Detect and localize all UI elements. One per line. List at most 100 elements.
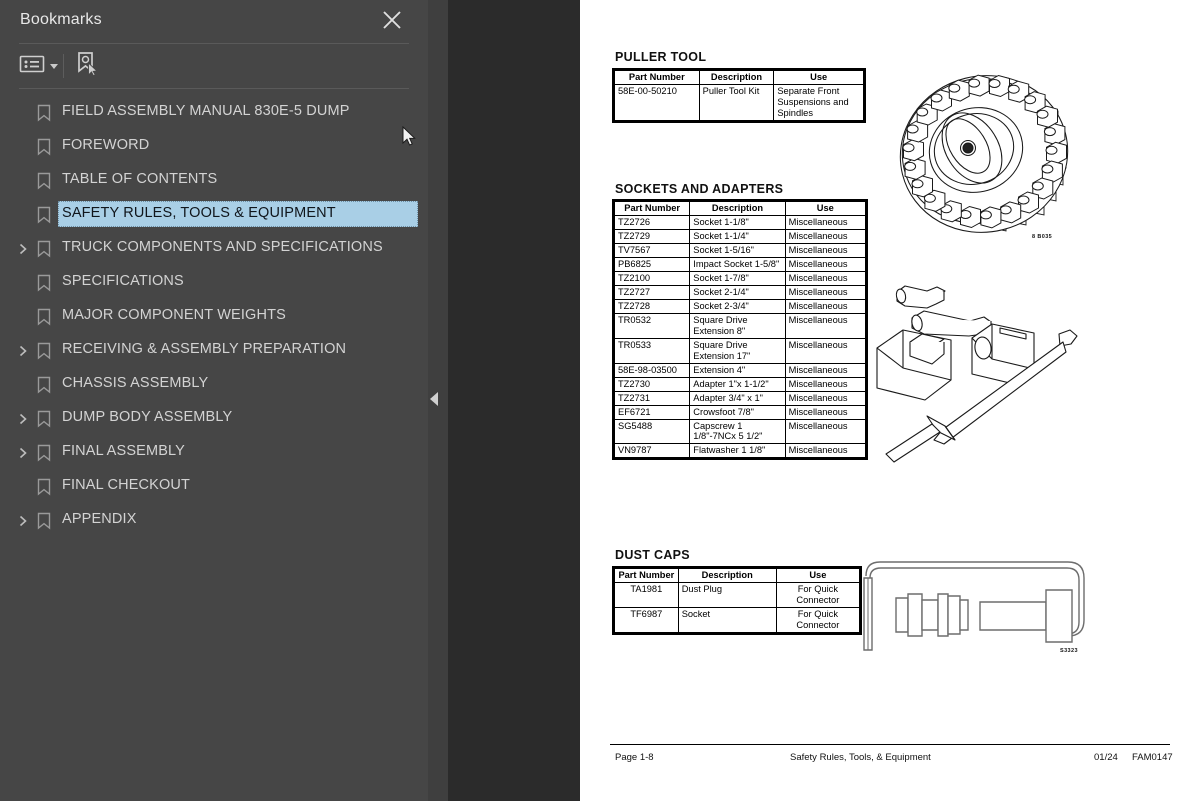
table-cell: Miscellaneous <box>784 376 867 392</box>
table-cell: TZ2726 <box>613 214 691 230</box>
table-row: SG5488 Capscrew 1 1/8"-7NCx 5 1/2" Miscell… <box>613 418 867 445</box>
sidebar-item-specifications[interactable]: SPECIFICATIONS <box>0 266 428 300</box>
bookmark-icon <box>36 308 52 326</box>
section-heading-puller-tool: PULLER TOOL <box>615 50 707 64</box>
table-cell: Miscellaneous <box>784 284 867 300</box>
table-cell: Miscellaneous <box>784 228 867 244</box>
table-cell: Socket 2-3/4" <box>689 298 786 314</box>
column-header: Part Number <box>614 568 679 583</box>
chevron-down-icon <box>50 63 58 69</box>
bookmark-icon <box>36 240 52 258</box>
bookmark-icon <box>36 410 52 428</box>
column-header: Part Number <box>614 70 700 85</box>
table-cell: Miscellaneous <box>784 390 867 406</box>
table-row: TZ2730 Adapter 1"x 1-1/2" Miscellaneous <box>613 376 867 392</box>
sidebar-item-label: TABLE OF CONTENTS <box>62 171 218 187</box>
sidebar-item-foreword[interactable]: FOREWORD <box>0 130 428 164</box>
sidebar-item-chassis-assembly[interactable]: CHASSIS ASSEMBLY <box>0 368 428 402</box>
sidebar-item-truck-components-and-specifications[interactable]: TRUCK COMPONENTS AND SPECIFICATIONS <box>0 232 428 266</box>
table-cell: For Quick Connector <box>775 606 861 633</box>
sidebar-item-label: TRUCK COMPONENTS AND SPECIFICATIONS <box>62 239 383 255</box>
table-cell: Socket 1-5/16" <box>689 242 786 258</box>
chevron-right-icon[interactable] <box>16 242 30 256</box>
table-cell: Square Drive Extension 17" <box>689 337 786 364</box>
table-cell: Miscellaneous <box>784 270 867 286</box>
close-icon[interactable] <box>380 8 404 32</box>
footer-date: 01/24 <box>1094 752 1118 763</box>
table-cell: TF6987 <box>614 606 679 633</box>
sidebar-item-dump-body-assembly[interactable]: DUMP BODY ASSEMBLY <box>0 402 428 436</box>
sidebar-item-appendix[interactable]: APPENDIX <box>0 504 428 538</box>
table-cell: Miscellaneous <box>784 418 867 445</box>
bookmark-icon <box>36 138 52 156</box>
bookmark-icon <box>36 444 52 462</box>
table-cell: TZ2728 <box>613 298 691 314</box>
table-cell: For Quick Connector <box>775 581 861 608</box>
sidebar-item-label: SPECIFICATIONS <box>62 273 184 289</box>
table-cell: VN9787 <box>613 443 691 459</box>
table-row: TZ2100 Socket 1-7/8" Miscellaneous <box>613 270 867 286</box>
illustration-sockets-adapters <box>870 276 1090 476</box>
table-cell: Square Drive Extension 8" <box>689 312 786 339</box>
table-cell: TA1981 <box>614 581 679 608</box>
column-header: Use <box>773 70 864 85</box>
illustration-puller-tool-kit <box>880 58 1100 243</box>
sidebar-item-final-assembly[interactable]: FINAL ASSEMBLY <box>0 436 428 470</box>
bookmark-options-button[interactable] <box>19 53 58 79</box>
table-cell: Dust Plug <box>677 581 777 608</box>
document-viewer[interactable]: PULLER TOOL Part Number Description Use 58E… <box>448 0 1200 801</box>
table-cell: Flatwasher 1 1/8" <box>689 443 786 459</box>
table-cell: Socket 1-1/4" <box>689 228 786 244</box>
table-cell: Miscellaneous <box>784 312 867 339</box>
table-cell: 58E-98-03500 <box>613 362 691 378</box>
find-bookmark-button[interactable] <box>75 51 99 79</box>
table-row: TV7567 Socket 1-5/16" Miscellaneous <box>613 242 867 258</box>
bookmarks-panel-header: Bookmarks <box>0 0 428 45</box>
sidebar-item-label: SAFETY RULES, TOOLS & EQUIPMENT <box>62 205 336 221</box>
table-cell: TZ2731 <box>613 390 691 406</box>
table-cell: PB6825 <box>613 256 691 272</box>
table-dust-caps: Part Number Description Use TA1981 Dust Plug… <box>612 566 862 635</box>
collapse-panel-arrow-icon[interactable] <box>430 392 438 406</box>
table-cell: Miscellaneous <box>784 242 867 258</box>
list-options-icon <box>19 54 45 79</box>
sidebar-item-field-assembly-manual-830e-5-dump[interactable]: FIELD ASSEMBLY MANUAL 830E-5 DUMP <box>0 96 428 130</box>
table-cell: Socket <box>677 606 777 633</box>
page-content: PULLER TOOL Part Number Description Use 58E… <box>580 0 1200 801</box>
sidebar-item-major-component-weights[interactable]: MAJOR COMPONENT WEIGHTS <box>0 300 428 334</box>
bookmark-tree[interactable]: FIELD ASSEMBLY MANUAL 830E-5 DUMP FOREWOR… <box>0 96 428 796</box>
panel-title: Bookmarks <box>20 11 102 28</box>
table-row: 58E-00-50210 Puller Tool Kit Separate Fron… <box>614 83 864 121</box>
chevron-right-icon[interactable] <box>16 514 30 528</box>
bookmarks-panel: Bookmarks FIELD ASSEMBLY MANUAL 830E-5 D… <box>0 0 428 801</box>
table-cell: Separate Front Suspensions and Spindles <box>773 83 864 121</box>
table-cell: Adapter 1"x 1-1/2" <box>689 376 786 392</box>
table-row: TA1981 Dust Plug For Quick Connector <box>614 581 861 608</box>
sidebar-item-safety-rules-tools-equipment[interactable]: SAFETY RULES, TOOLS & EQUIPMENT <box>0 198 428 232</box>
table-header-row: Part Number Description Use <box>614 70 864 85</box>
section-heading-sockets-adapters: SOCKETS AND ADAPTERS <box>615 182 784 196</box>
table-cell: Miscellaneous <box>784 214 867 230</box>
sidebar-item-label: FOREWORD <box>62 137 150 153</box>
table-row: PB6825 Impact Socket 1-5/8" Miscellaneous <box>613 256 867 272</box>
table-cell: Miscellaneous <box>784 337 867 364</box>
sidebar-item-label: CHASSIS ASSEMBLY <box>62 375 209 391</box>
chevron-right-icon[interactable] <box>16 412 30 426</box>
table-row: VN9787 Flatwasher 1 1/8" Miscellaneous <box>613 443 867 459</box>
table-row: TZ2731 Adapter 3/4" x 1" Miscellaneous <box>613 390 867 406</box>
chevron-right-icon[interactable] <box>16 344 30 358</box>
table-cell: Capscrew 1 1/8"-7NCx 5 1/2" <box>689 418 786 445</box>
bookmark-icon <box>36 172 52 190</box>
table-cell: SG5488 <box>613 418 691 445</box>
table-cell: Miscellaneous <box>784 256 867 272</box>
sidebar-item-final-checkout[interactable]: FINAL CHECKOUT <box>0 470 428 504</box>
chevron-right-icon[interactable] <box>16 446 30 460</box>
bookmark-icon <box>36 274 52 292</box>
sidebar-item-receiving-assembly-preparation[interactable]: RECEIVING & ASSEMBLY PREPARATION <box>0 334 428 368</box>
table-cell: Miscellaneous <box>784 298 867 314</box>
column-header: Part Number <box>613 201 691 216</box>
sidebar-item-table-of-contents[interactable]: TABLE OF CONTENTS <box>0 164 428 198</box>
toolbar-divider <box>63 54 64 78</box>
table-cell: Puller Tool Kit <box>698 83 775 121</box>
table-cell: Impact Socket 1-5/8" <box>689 256 786 272</box>
